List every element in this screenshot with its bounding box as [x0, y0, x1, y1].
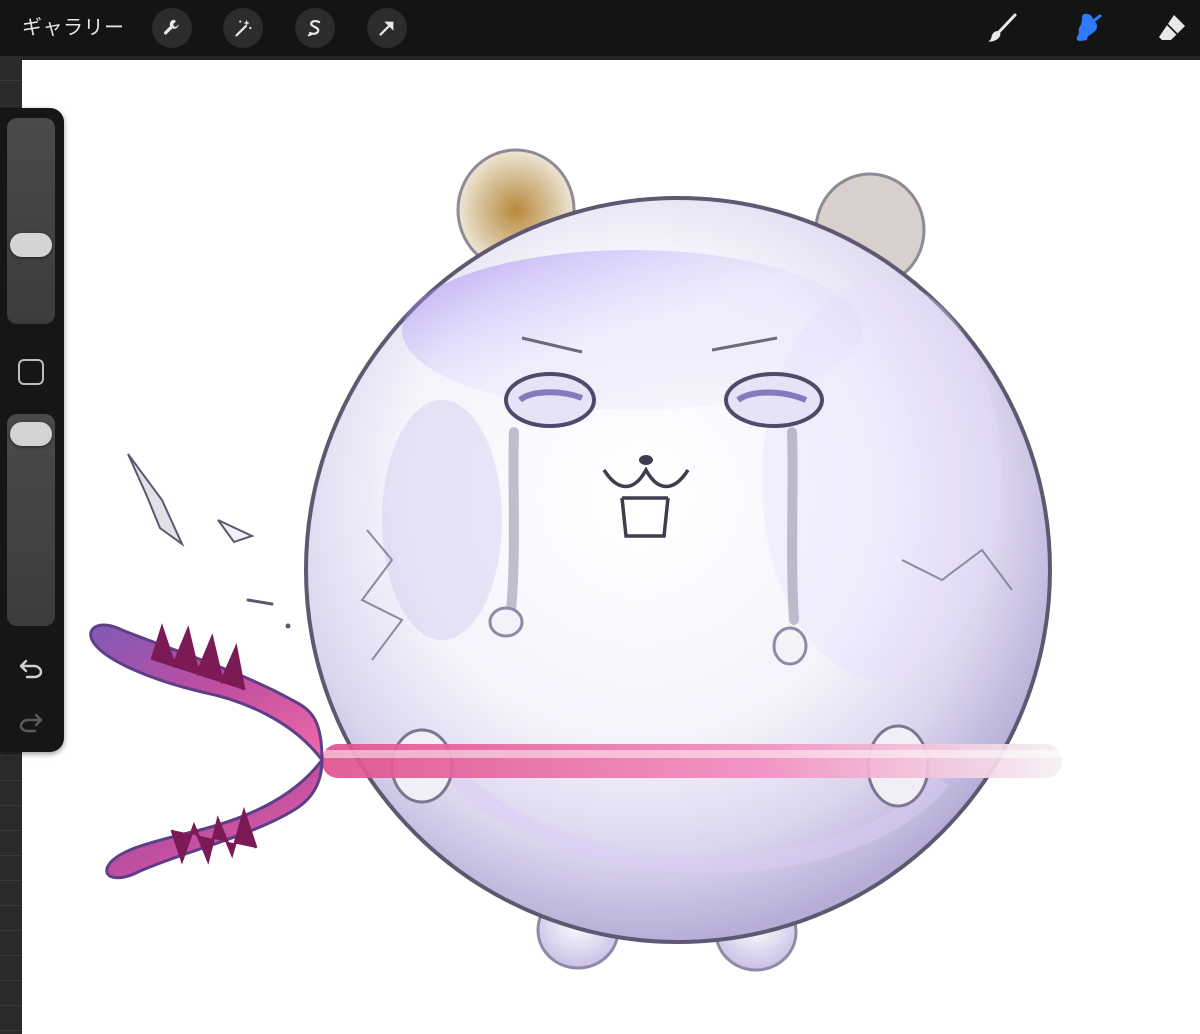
sidebar [0, 108, 64, 752]
gallery-button[interactable]: ギャラリー [22, 13, 125, 41]
opacity-slider[interactable] [7, 414, 55, 626]
wrench-icon [163, 19, 179, 35]
smudge-tool-button[interactable] [1068, 8, 1108, 48]
redo-button[interactable] [14, 705, 48, 739]
brush-tool-button[interactable] [982, 8, 1022, 48]
undo-button[interactable] [14, 651, 48, 685]
actions-button[interactable] [152, 8, 192, 48]
smudge-icon [1076, 13, 1102, 41]
brush-size-slider[interactable] [7, 118, 55, 324]
top-toolbar: ギャラリー [0, 0, 1200, 56]
eraser-icon [1159, 15, 1185, 40]
selection-s-icon [307, 20, 321, 37]
redo-icon [19, 713, 43, 733]
magic-wand-icon [235, 19, 252, 37]
bubble-hamster-artwork [89, 148, 1062, 972]
selection-button[interactable] [295, 8, 335, 48]
eraser-tool-button[interactable] [1152, 8, 1192, 48]
adjustments-button[interactable] [223, 8, 263, 48]
canvas-area [0, 56, 1200, 1034]
brush-icon [988, 13, 1017, 42]
drawing-canvas[interactable] [22, 60, 1200, 1034]
brush-size-thumb[interactable] [10, 233, 52, 258]
undo-icon [19, 659, 43, 679]
opacity-thumb[interactable] [10, 421, 52, 446]
transform-arrow-icon [379, 21, 394, 36]
transform-button[interactable] [367, 8, 407, 48]
modify-button[interactable] [18, 359, 44, 385]
procreate-app: ギャラリー [0, 0, 1200, 1034]
